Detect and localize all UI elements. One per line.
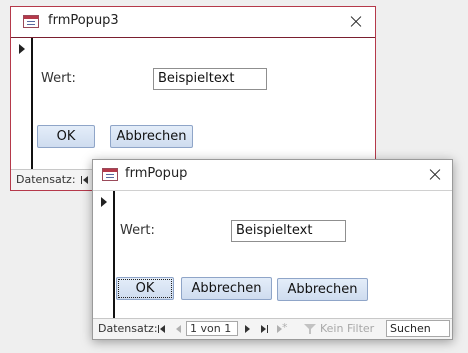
ok-button[interactable]: OK: [116, 277, 174, 300]
wert-textbox[interactable]: Beispieltext: [153, 68, 267, 90]
nav-last-icon[interactable]: [259, 322, 271, 336]
form-icon: [102, 168, 118, 181]
close-icon[interactable]: [345, 11, 367, 33]
close-icon[interactable]: [424, 164, 446, 186]
record-selector-arrow-icon: [101, 197, 107, 207]
nav-next-icon[interactable]: [242, 322, 254, 336]
nav-prev-icon[interactable]: [172, 322, 184, 336]
form-icon: [23, 15, 39, 28]
title-bar[interactable]: frmPopup3: [11, 7, 375, 37]
nav-new-icon[interactable]: [276, 321, 288, 336]
search-input[interactable]: [386, 320, 450, 337]
wert-label: Wert:: [41, 71, 76, 86]
record-selector[interactable]: [93, 191, 115, 320]
record-navigation-bar: Datensatz: 1 von 1 Kein Filter: [93, 318, 452, 339]
cancel-button[interactable]: Abbrechen: [110, 125, 193, 148]
record-label: Datensatz:: [98, 322, 158, 335]
title-bar[interactable]: frmPopup: [93, 160, 452, 190]
wert-textbox[interactable]: Beispieltext: [231, 220, 346, 242]
record-label: Datensatz:: [16, 173, 76, 186]
window-title: frmPopup: [125, 166, 188, 181]
wert-label: Wert:: [120, 223, 155, 238]
popup-window-frmpopup[interactable]: frmPopup Wert: Beispieltext OK Abbrechen…: [92, 159, 453, 340]
form-detail: Wert: Beispieltext OK Abbrechen Abbreche…: [93, 190, 452, 320]
nav-first-icon[interactable]: [156, 322, 168, 336]
nav-first-icon[interactable]: [79, 173, 91, 187]
filter-status[interactable]: Kein Filter: [320, 322, 374, 336]
cancel-button-duplicate[interactable]: Abbrechen: [277, 278, 368, 301]
filter-icon: [303, 322, 317, 336]
cancel-button[interactable]: Abbrechen: [181, 277, 272, 300]
record-selector-arrow-icon: [19, 44, 25, 54]
window-title: frmPopup3: [48, 13, 119, 28]
record-selector[interactable]: [11, 38, 33, 171]
current-record-field[interactable]: 1 von 1: [186, 321, 238, 336]
ok-button[interactable]: OK: [37, 125, 95, 148]
form-detail: Wert: Beispieltext OK Abbrechen: [11, 37, 375, 171]
